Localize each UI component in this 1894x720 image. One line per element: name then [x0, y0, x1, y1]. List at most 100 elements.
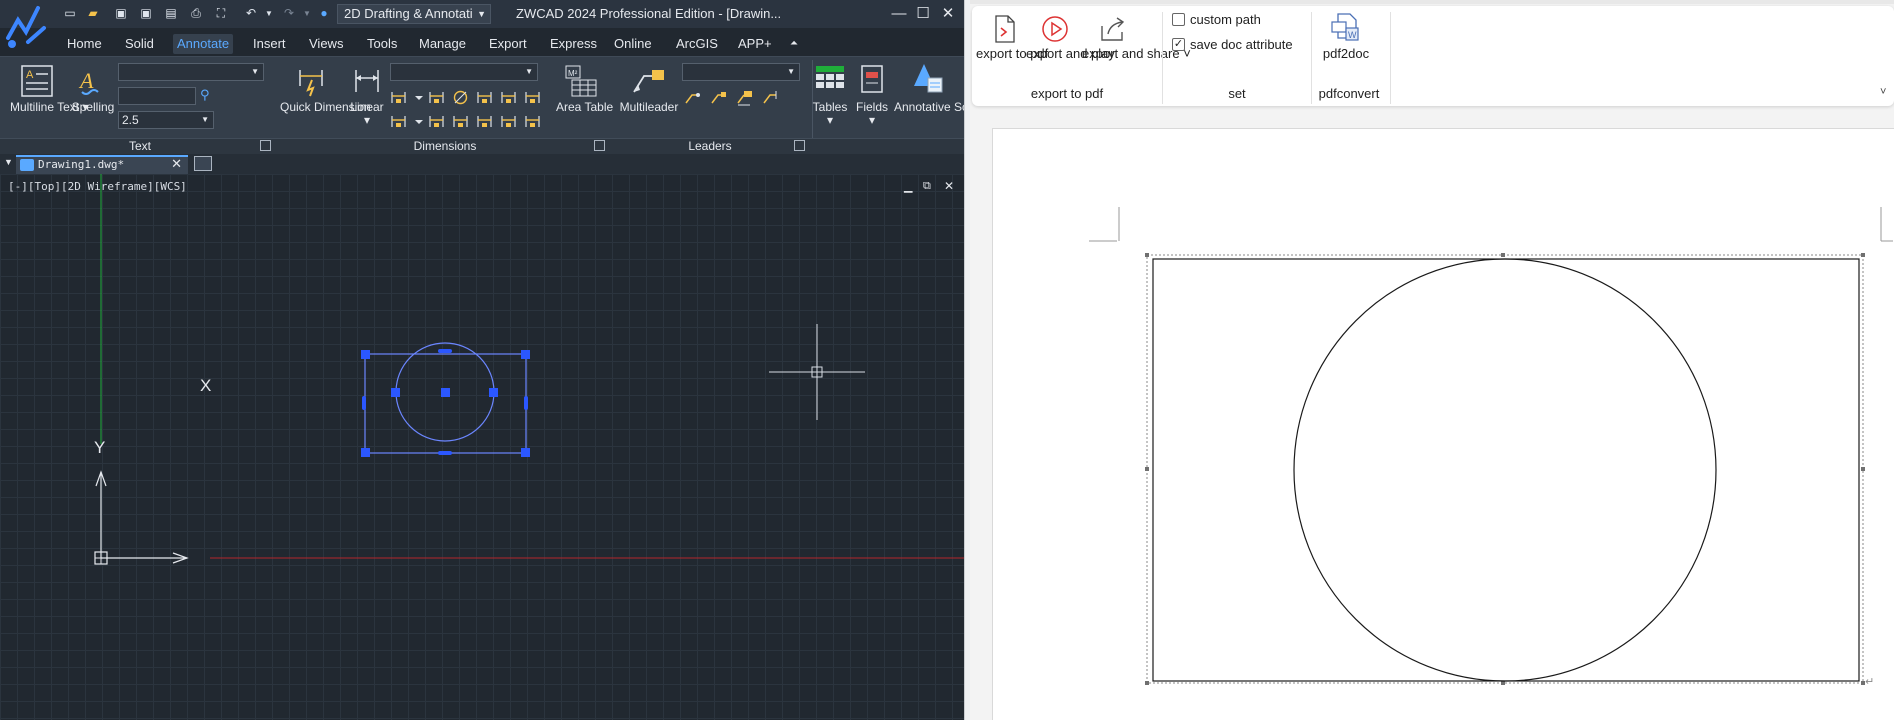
viewport-controls-label[interactable]: [-][Top][2D Wireframe][WCS] — [8, 180, 187, 193]
linear-dimension-icon[interactable] — [352, 66, 382, 96]
document-canvas[interactable]: ↵ — [970, 112, 1894, 720]
jog-dim-icon[interactable] — [476, 113, 493, 130]
undo-dropdown-icon[interactable]: ▼ — [261, 6, 277, 21]
document-tab[interactable]: Drawing1.dwg* ✕ — [16, 155, 188, 174]
tab-export[interactable]: Export — [485, 34, 531, 54]
continue-dim-icon[interactable] — [476, 89, 493, 106]
remove-leader-icon[interactable] — [710, 89, 727, 106]
tab-annotate[interactable]: Annotate — [173, 34, 234, 54]
export-to-pdf-button[interactable]: export to pdf — [976, 46, 1048, 61]
tab-online[interactable]: Online — [610, 34, 656, 54]
save-as-icon[interactable]: ▣ — [138, 6, 154, 21]
fields-icon[interactable] — [858, 64, 886, 94]
multiline-text-button[interactable]: Multiline Text ▾ — [10, 101, 89, 114]
export-and-share-button[interactable]: export and share ˅ — [1082, 46, 1191, 61]
new-file-icon[interactable]: ▭ — [62, 6, 78, 21]
multileader-icon[interactable] — [630, 66, 666, 96]
help-icon[interactable]: ● — [316, 6, 332, 21]
tables-button[interactable]: Tables ▾ — [806, 101, 854, 127]
embedded-cad-object[interactable]: ↵ — [993, 129, 1893, 720]
tab-tools[interactable]: Tools — [363, 34, 401, 54]
quick-dimension-button[interactable]: Quick Dimension — [280, 101, 371, 114]
spelling-icon[interactable]: A — [76, 66, 106, 98]
find-text-input[interactable] — [118, 87, 196, 105]
workspace-value: 2D Drafting & Annotati — [344, 6, 473, 21]
tab-solid[interactable]: Solid — [121, 34, 158, 54]
linear-button[interactable]: Linear ▾ — [344, 101, 390, 127]
space-dim-icon[interactable] — [428, 113, 445, 130]
text-style-combo[interactable]: ▼ — [118, 63, 264, 81]
close-icon[interactable]: ✕ — [937, 3, 959, 25]
diameter-dim-icon[interactable] — [452, 89, 469, 106]
dimensions-panel-expand-icon[interactable] — [594, 140, 605, 151]
viewport-close-icon[interactable]: ✕ — [944, 179, 954, 193]
text-height-combo[interactable]: 2.5 ▼ — [118, 111, 214, 129]
tables-icon[interactable] — [814, 64, 846, 94]
viewport-minimize-icon[interactable]: ▁ — [904, 180, 912, 193]
save-doc-attribute-checkbox[interactable]: ✓ — [1172, 38, 1185, 51]
workspace-select[interactable]: 2D Drafting & Annotati ▼ — [337, 4, 491, 24]
play-icon[interactable] — [1040, 14, 1070, 44]
new-tab-icon[interactable] — [194, 156, 212, 171]
close-tab-icon[interactable]: ✕ — [171, 157, 182, 173]
redo-dropdown-icon[interactable]: ▼ — [299, 6, 315, 21]
tab-list-icon[interactable]: ▼ — [4, 157, 13, 167]
leaders-panel-title: Leaders — [688, 139, 732, 153]
zoom-extents-icon[interactable]: ⛶ — [213, 6, 229, 21]
export-pdf-icon[interactable] — [992, 14, 1018, 44]
drawing-canvas[interactable] — [0, 174, 964, 720]
add-leader-icon[interactable] — [684, 89, 701, 106]
tab-arcgis[interactable]: ArcGIS — [672, 34, 722, 54]
spelling-button[interactable]: Spelling — [70, 101, 116, 114]
custom-path-checkbox[interactable] — [1172, 13, 1185, 26]
fields-button[interactable]: Fields ▾ — [850, 101, 894, 127]
viewport-restore-icon[interactable]: ⧉ — [923, 180, 931, 193]
share-icon[interactable] — [1098, 14, 1128, 44]
multileader-style-combo[interactable]: ▼ — [682, 63, 800, 81]
ribbon-minimize-icon[interactable]: ⏶ — [786, 34, 802, 54]
tab-express[interactable]: Express — [546, 34, 601, 54]
quick-dimension-icon[interactable] — [296, 66, 326, 98]
break-dim-icon[interactable] — [524, 89, 541, 106]
dimension-style-combo[interactable]: ▼ — [390, 63, 538, 81]
baseline-dim-icon[interactable] — [500, 89, 517, 106]
multileader-button[interactable]: Multileader — [614, 101, 684, 114]
drawing-viewport[interactable]: X Y — [0, 174, 964, 720]
save-icon[interactable]: ▣ — [113, 6, 129, 21]
dim-dropdown-icon[interactable] — [410, 89, 427, 106]
leaders-panel-expand-icon[interactable] — [794, 140, 805, 151]
document-page[interactable]: ↵ — [992, 128, 1894, 720]
ribbon-collapse-icon[interactable]: ˅ — [1880, 86, 1886, 98]
dim-dropdown-icon[interactable] — [410, 113, 427, 130]
area-table-icon[interactable]: M² — [564, 64, 598, 98]
oblique-dim-icon[interactable] — [500, 113, 517, 130]
tab-manage[interactable]: Manage — [415, 34, 470, 54]
minimize-icon[interactable]: — — [888, 3, 910, 25]
tab-app-plus[interactable]: APP+ — [734, 34, 776, 54]
update-dim-icon[interactable] — [524, 113, 541, 130]
redo-icon[interactable]: ↷ — [281, 6, 297, 21]
pdf2doc-icon[interactable]: W — [1330, 12, 1362, 44]
tab-views[interactable]: Views — [305, 34, 347, 54]
aligned-dim-icon[interactable] — [390, 89, 407, 106]
tab-insert[interactable]: Insert — [249, 34, 290, 54]
align-leader-icon[interactable] — [736, 89, 753, 106]
tab-home[interactable]: Home — [63, 34, 106, 54]
annotative-scale-button[interactable]: Annotative Scale ▾ — [894, 101, 964, 114]
text-panel-expand-icon[interactable] — [260, 140, 271, 151]
pdf2doc-button[interactable]: pdf2doc — [1318, 46, 1374, 61]
find-icon[interactable]: ⚲ — [200, 88, 210, 101]
adjust-dim-icon[interactable] — [452, 113, 469, 130]
save-all-icon[interactable]: ▤ — [163, 6, 179, 21]
collect-leader-icon[interactable] — [762, 89, 779, 106]
open-folder-icon[interactable]: ▰ — [85, 6, 101, 21]
annotative-scale-icon[interactable] — [910, 62, 944, 96]
area-table-button[interactable]: Area Table — [556, 101, 613, 114]
maximize-icon[interactable]: ☐ — [912, 3, 934, 25]
undo-icon[interactable]: ↶ — [243, 6, 259, 21]
radius-dim-icon[interactable] — [428, 89, 445, 106]
export-and-play-button[interactable]: export and play — [1026, 46, 1115, 61]
ordinate-dim-icon[interactable] — [390, 113, 407, 130]
multiline-text-icon[interactable]: A — [20, 64, 54, 98]
print-icon[interactable]: ⎙ — [188, 6, 204, 21]
